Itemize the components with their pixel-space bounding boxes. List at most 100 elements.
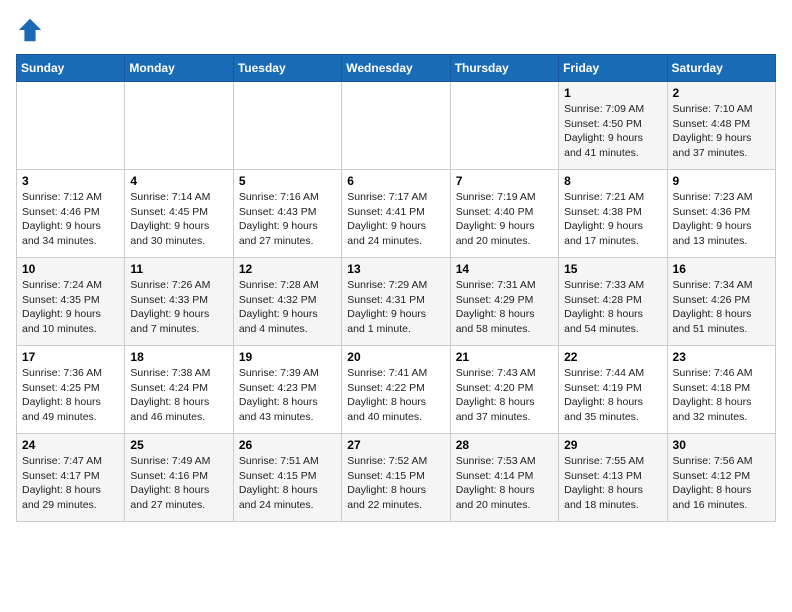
- day-number: 17: [22, 350, 119, 364]
- day-info: Sunrise: 7:23 AM Sunset: 4:36 PM Dayligh…: [673, 190, 770, 249]
- col-header-tuesday: Tuesday: [233, 55, 341, 82]
- day-number: 12: [239, 262, 336, 276]
- day-cell: 1 Sunrise: 7:09 AM Sunset: 4:50 PM Daylig…: [559, 82, 667, 170]
- day-number: 22: [564, 350, 661, 364]
- day-number: 23: [673, 350, 770, 364]
- day-cell: 9 Sunrise: 7:23 AM Sunset: 4:36 PM Daylig…: [667, 170, 775, 258]
- day-number: 7: [456, 174, 553, 188]
- calendar-table: SundayMondayTuesdayWednesdayThursdayFrid…: [16, 54, 776, 522]
- col-header-thursday: Thursday: [450, 55, 558, 82]
- week-row-1: 1 Sunrise: 7:09 AM Sunset: 4:50 PM Daylig…: [17, 82, 776, 170]
- day-info: Sunrise: 7:14 AM Sunset: 4:45 PM Dayligh…: [130, 190, 227, 249]
- day-cell: 4Sunrise: 7:14 AM Sunset: 4:45 PM Daylig…: [125, 170, 233, 258]
- day-cell: 5Sunrise: 7:16 AM Sunset: 4:43 PM Daylig…: [233, 170, 341, 258]
- day-cell: [450, 82, 558, 170]
- day-number: 15: [564, 262, 661, 276]
- day-number: 26: [239, 438, 336, 452]
- day-number: 1: [564, 86, 661, 100]
- logo-icon: [16, 16, 44, 44]
- day-info: Sunrise: 7:09 AM Sunset: 4:50 PM Dayligh…: [564, 102, 661, 161]
- day-number: 8: [564, 174, 661, 188]
- week-row-4: 17Sunrise: 7:36 AM Sunset: 4:25 PM Dayli…: [17, 346, 776, 434]
- day-info: Sunrise: 7:39 AM Sunset: 4:23 PM Dayligh…: [239, 366, 336, 425]
- week-row-2: 3 Sunrise: 7:12 AM Sunset: 4:46 PM Daylig…: [17, 170, 776, 258]
- day-info: Sunrise: 7:33 AM Sunset: 4:28 PM Dayligh…: [564, 278, 661, 337]
- day-info: Sunrise: 7:51 AM Sunset: 4:15 PM Dayligh…: [239, 454, 336, 513]
- day-cell: 26 Sunrise: 7:51 AM Sunset: 4:15 PM Dayli…: [233, 434, 341, 522]
- day-cell: 6 Sunrise: 7:17 AM Sunset: 4:41 PM Daylig…: [342, 170, 450, 258]
- day-cell: 3 Sunrise: 7:12 AM Sunset: 4:46 PM Daylig…: [17, 170, 125, 258]
- day-number: 5: [239, 174, 336, 188]
- day-number: 28: [456, 438, 553, 452]
- day-cell: [17, 82, 125, 170]
- day-cell: 20Sunrise: 7:41 AM Sunset: 4:22 PM Dayli…: [342, 346, 450, 434]
- day-number: 16: [673, 262, 770, 276]
- day-number: 14: [456, 262, 553, 276]
- day-info: Sunrise: 7:10 AM Sunset: 4:48 PM Dayligh…: [673, 102, 770, 161]
- day-number: 10: [22, 262, 119, 276]
- day-info: Sunrise: 7:17 AM Sunset: 4:41 PM Dayligh…: [347, 190, 444, 249]
- day-info: Sunrise: 7:29 AM Sunset: 4:31 PM Dayligh…: [347, 278, 444, 337]
- day-cell: 12Sunrise: 7:28 AM Sunset: 4:32 PM Dayli…: [233, 258, 341, 346]
- header-row: SundayMondayTuesdayWednesdayThursdayFrid…: [17, 55, 776, 82]
- col-header-saturday: Saturday: [667, 55, 775, 82]
- day-cell: 16 Sunrise: 7:34 AM Sunset: 4:26 PM Dayli…: [667, 258, 775, 346]
- day-info: Sunrise: 7:12 AM Sunset: 4:46 PM Dayligh…: [22, 190, 119, 249]
- logo: [16, 16, 48, 44]
- day-info: Sunrise: 7:38 AM Sunset: 4:24 PM Dayligh…: [130, 366, 227, 425]
- col-header-monday: Monday: [125, 55, 233, 82]
- day-number: 6: [347, 174, 444, 188]
- day-cell: 29 Sunrise: 7:55 AM Sunset: 4:13 PM Dayli…: [559, 434, 667, 522]
- day-cell: 30 Sunrise: 7:56 AM Sunset: 4:12 PM Dayli…: [667, 434, 775, 522]
- day-number: 13: [347, 262, 444, 276]
- day-info: Sunrise: 7:44 AM Sunset: 4:19 PM Dayligh…: [564, 366, 661, 425]
- day-info: Sunrise: 7:47 AM Sunset: 4:17 PM Dayligh…: [22, 454, 119, 513]
- day-info: Sunrise: 7:26 AM Sunset: 4:33 PM Dayligh…: [130, 278, 227, 337]
- calendar-header: SundayMondayTuesdayWednesdayThursdayFrid…: [17, 55, 776, 82]
- day-cell: 13 Sunrise: 7:29 AM Sunset: 4:31 PM Dayli…: [342, 258, 450, 346]
- day-number: 2: [673, 86, 770, 100]
- day-info: Sunrise: 7:31 AM Sunset: 4:29 PM Dayligh…: [456, 278, 553, 337]
- day-info: Sunrise: 7:49 AM Sunset: 4:16 PM Dayligh…: [130, 454, 227, 513]
- day-cell: 19 Sunrise: 7:39 AM Sunset: 4:23 PM Dayli…: [233, 346, 341, 434]
- day-info: Sunrise: 7:41 AM Sunset: 4:22 PM Dayligh…: [347, 366, 444, 425]
- day-cell: [125, 82, 233, 170]
- day-number: 27: [347, 438, 444, 452]
- day-info: Sunrise: 7:56 AM Sunset: 4:12 PM Dayligh…: [673, 454, 770, 513]
- day-cell: 27Sunrise: 7:52 AM Sunset: 4:15 PM Dayli…: [342, 434, 450, 522]
- day-number: 25: [130, 438, 227, 452]
- day-info: Sunrise: 7:53 AM Sunset: 4:14 PM Dayligh…: [456, 454, 553, 513]
- day-cell: 21Sunrise: 7:43 AM Sunset: 4:20 PM Dayli…: [450, 346, 558, 434]
- day-cell: 14 Sunrise: 7:31 AM Sunset: 4:29 PM Dayli…: [450, 258, 558, 346]
- day-cell: 28 Sunrise: 7:53 AM Sunset: 4:14 PM Dayli…: [450, 434, 558, 522]
- day-info: Sunrise: 7:21 AM Sunset: 4:38 PM Dayligh…: [564, 190, 661, 249]
- day-cell: 25 Sunrise: 7:49 AM Sunset: 4:16 PM Dayli…: [125, 434, 233, 522]
- day-cell: 24 Sunrise: 7:47 AM Sunset: 4:17 PM Dayli…: [17, 434, 125, 522]
- day-number: 21: [456, 350, 553, 364]
- day-cell: 2 Sunrise: 7:10 AM Sunset: 4:48 PM Daylig…: [667, 82, 775, 170]
- page-header: [16, 16, 776, 44]
- calendar-body: 1 Sunrise: 7:09 AM Sunset: 4:50 PM Daylig…: [17, 82, 776, 522]
- day-cell: 10 Sunrise: 7:24 AM Sunset: 4:35 PM Dayli…: [17, 258, 125, 346]
- day-info: Sunrise: 7:24 AM Sunset: 4:35 PM Dayligh…: [22, 278, 119, 337]
- day-number: 18: [130, 350, 227, 364]
- day-number: 30: [673, 438, 770, 452]
- day-cell: 17Sunrise: 7:36 AM Sunset: 4:25 PM Dayli…: [17, 346, 125, 434]
- day-cell: 8 Sunrise: 7:21 AM Sunset: 4:38 PM Daylig…: [559, 170, 667, 258]
- day-info: Sunrise: 7:34 AM Sunset: 4:26 PM Dayligh…: [673, 278, 770, 337]
- day-cell: [342, 82, 450, 170]
- day-cell: 23 Sunrise: 7:46 AM Sunset: 4:18 PM Dayli…: [667, 346, 775, 434]
- day-info: Sunrise: 7:55 AM Sunset: 4:13 PM Dayligh…: [564, 454, 661, 513]
- day-cell: 22 Sunrise: 7:44 AM Sunset: 4:19 PM Dayli…: [559, 346, 667, 434]
- day-info: Sunrise: 7:46 AM Sunset: 4:18 PM Dayligh…: [673, 366, 770, 425]
- day-number: 29: [564, 438, 661, 452]
- day-cell: 18 Sunrise: 7:38 AM Sunset: 4:24 PM Dayli…: [125, 346, 233, 434]
- week-row-5: 24 Sunrise: 7:47 AM Sunset: 4:17 PM Dayli…: [17, 434, 776, 522]
- day-number: 19: [239, 350, 336, 364]
- day-number: 9: [673, 174, 770, 188]
- day-cell: 7Sunrise: 7:19 AM Sunset: 4:40 PM Daylig…: [450, 170, 558, 258]
- day-number: 24: [22, 438, 119, 452]
- day-number: 3: [22, 174, 119, 188]
- col-header-wednesday: Wednesday: [342, 55, 450, 82]
- day-cell: [233, 82, 341, 170]
